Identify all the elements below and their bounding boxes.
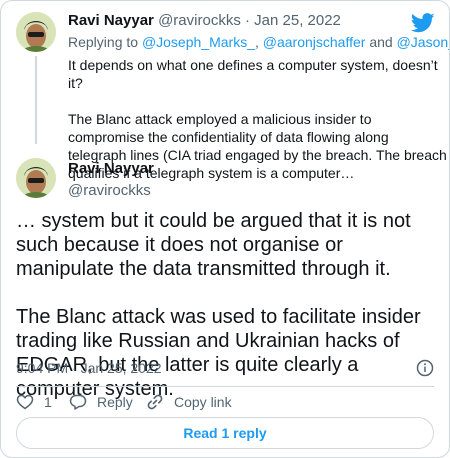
tweet-date[interactable]: Jan 25, 2022 [254, 12, 341, 29]
twitter-bird-icon[interactable] [411, 13, 435, 33]
thread-connector-line [35, 56, 37, 144]
like-button[interactable]: 1 [16, 393, 52, 411]
like-count: 1 [44, 394, 52, 410]
reply-label: Reply [97, 394, 133, 410]
mention-link[interactable]: @Joseph_Marks_ [142, 34, 255, 50]
heart-icon [16, 394, 34, 410]
author-name[interactable]: Ravi Nayyar [68, 12, 154, 29]
copy-link-label: Copy link [174, 394, 232, 410]
speech-bubble-icon [69, 394, 87, 410]
embedded-tweet-card: Ravi Nayyar @ravirockks · Jan 25, 2022 R… [0, 0, 450, 458]
separator: · [244, 12, 250, 29]
read-reply-label: Read 1 reply [183, 425, 267, 441]
author-handle[interactable]: @ravirockks [68, 182, 151, 199]
paragraph: It depends on what one defines a compute… [68, 57, 438, 91]
replying-joiner: and [369, 34, 393, 50]
copy-link-button[interactable]: Copy link [146, 393, 232, 411]
tweet-timestamp[interactable]: 9:04 PM · Jan 25, 2022 [16, 360, 162, 376]
parent-tweet-text: It depends on what one defines a compute… [68, 56, 448, 200]
paragraph: … system but it could be argued that it … [16, 210, 411, 280]
avatar[interactable] [16, 158, 56, 198]
parent-tweet-header: Ravi Nayyar @ravirockks · Jan 25, 2022 [68, 12, 341, 29]
mention-link[interactable]: @Jason_Healey [397, 34, 449, 50]
tweet-meta-row: 9:04 PM · Jan 25, 2022 [16, 359, 434, 379]
link-icon [147, 394, 163, 410]
divider [16, 386, 434, 387]
author-handle[interactable]: @ravirockks [158, 12, 241, 29]
avatar[interactable] [16, 12, 56, 52]
author-name[interactable]: Ravi Nayyar [68, 160, 154, 177]
info-icon[interactable] [416, 359, 434, 377]
replying-to-line: Replying to @Joseph_Marks_, @aaronjschaf… [68, 34, 449, 50]
read-reply-button[interactable]: Read 1 reply [16, 417, 434, 449]
mention-link[interactable]: @aaronjschaffer [263, 34, 366, 50]
reply-button[interactable]: Reply [69, 393, 133, 411]
replying-prefix: Replying to [68, 34, 139, 50]
